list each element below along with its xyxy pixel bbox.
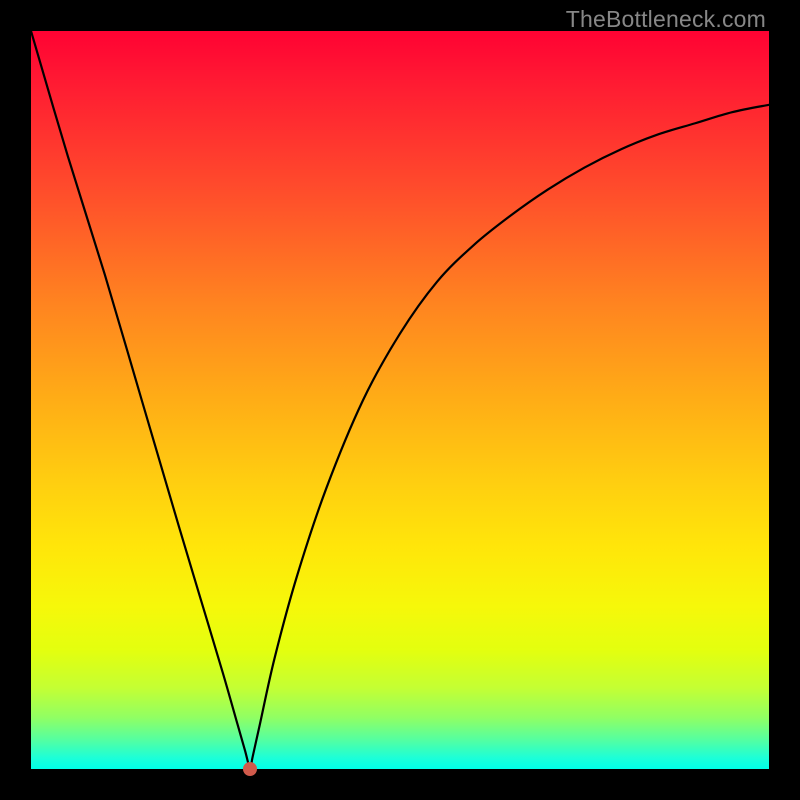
plot-area <box>31 31 769 769</box>
chart-frame: TheBottleneck.com <box>0 0 800 800</box>
bottleneck-curve <box>31 31 769 769</box>
watermark-text: TheBottleneck.com <box>566 6 766 33</box>
minimum-marker <box>243 762 257 776</box>
curve-svg <box>31 31 769 769</box>
